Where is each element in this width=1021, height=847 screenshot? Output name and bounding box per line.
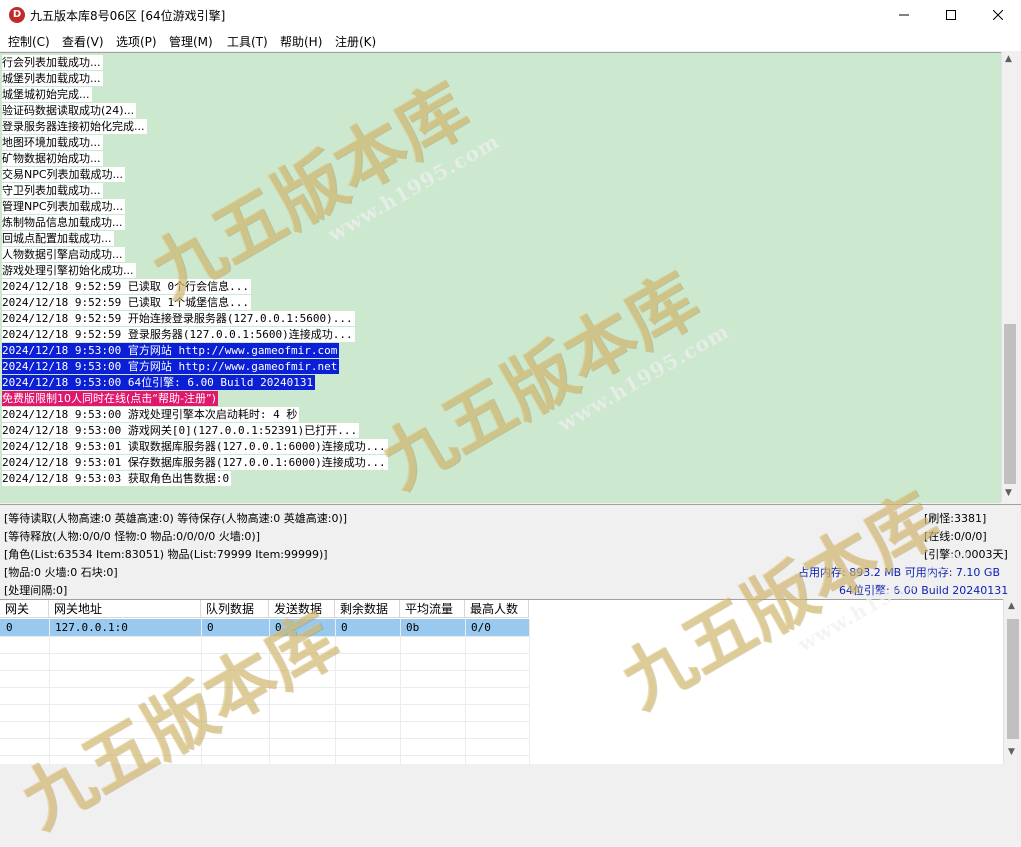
status-online: [在线:0/0/0]: [924, 530, 987, 543]
status-role-items: [角色(List:63534 Item:83051) 物品(List:79999…: [4, 548, 328, 561]
log-line: 地图环境加载成功...: [2, 135, 103, 150]
menu-control[interactable]: 控制(C): [8, 33, 50, 50]
log-line: 2024/12/18 9:53:00 游戏处理引擎本次启动耗时: 4 秒: [2, 407, 300, 422]
minimize-button[interactable]: [881, 0, 927, 30]
scroll-up-icon[interactable]: ▲: [1005, 54, 1012, 64]
cell-gateway-address: 127.0.0.1:0: [55, 621, 128, 634]
status-engine-uptime: [引擎:0.0003天]: [924, 548, 1008, 561]
table-row[interactable]: 0 127.0.0.1:0 0 0 0 0b 0/0: [0, 619, 529, 636]
log-line: 2024/12/18 9:52:59 登录服务器(127.0.0.1:5600)…: [2, 327, 355, 342]
gateway-table[interactable]: 网关 网关地址 队列数据 发送数据 剩余数据 平均流量 最高人数 0 127.0…: [0, 599, 1003, 764]
log-line: 人物数据引擎启动成功...: [2, 247, 125, 262]
log-panel[interactable]: 行会列表加载成功... 城堡列表加载成功... 城堡城初始完成... 验证码数据读取成…: [0, 52, 1001, 503]
close-icon: [993, 10, 1003, 20]
grid-line: [0, 653, 529, 654]
cell-queue-data: 0: [207, 621, 214, 634]
log-line: 2024/12/18 9:53:00 游戏网关[0](127.0.0.1:523…: [2, 423, 360, 438]
scroll-up-icon[interactable]: ▲: [1008, 601, 1015, 611]
table-scrollbar[interactable]: ▲ ▼: [1003, 599, 1021, 763]
log-line: 2024/12/18 9:53:00 官方网站 http://www.gameo…: [2, 343, 340, 358]
log-line: 免费版限制10人同时在线(点击“帮助-注册”): [2, 391, 218, 406]
grid-line: [0, 670, 529, 671]
col-gateway[interactable]: 网关: [0, 600, 49, 618]
grid-line: [465, 619, 466, 764]
menu-help[interactable]: 帮助(H): [280, 33, 322, 50]
scroll-thumb[interactable]: [1007, 619, 1019, 739]
log-line: 管理NPC列表加载成功...: [2, 199, 126, 214]
log-line: 2024/12/18 9:53:00 官方网站 http://www.gameo…: [2, 359, 340, 374]
scroll-down-icon[interactable]: ▼: [1008, 747, 1015, 757]
status-items: [物品:0 火墙:0 石块:0]: [4, 566, 118, 579]
log-line: 交易NPC列表加载成功...: [2, 167, 126, 182]
status-wait-release: [等待释放(人物:0/0/0 怪物:0 物品:0/0/0/0 火墙:0)]: [4, 530, 260, 543]
title-bar: D 九五版本库8号06区 [64位游戏引擎]: [0, 0, 1021, 31]
log-line: 2024/12/18 9:53:00 64位引擎: 6.00 Build 202…: [2, 375, 316, 390]
grid-line: [49, 619, 50, 764]
grid-line: [269, 619, 270, 764]
menu-tools[interactable]: 工具(T): [227, 33, 268, 50]
col-gateway-address[interactable]: 网关地址: [49, 600, 201, 618]
grid-line: [0, 755, 529, 756]
log-line: 炼制物品信息加载成功...: [2, 215, 125, 230]
status-wait-read: [等待读取(人物高速:0 英雄高速:0) 等待保存(人物高速:0 英雄高速:0)…: [4, 512, 348, 525]
col-avg-traffic[interactable]: 平均流量: [400, 600, 465, 618]
menu-options[interactable]: 选项(P): [116, 33, 157, 50]
grid-line: [0, 721, 529, 722]
cell-max-players: 0/0: [471, 621, 491, 634]
log-line: 守卫列表加载成功...: [2, 183, 103, 198]
log-line: 2024/12/18 9:53:01 读取数据库服务器(127.0.0.1:60…: [2, 439, 388, 454]
status-interval: [处理间隔:0]: [4, 584, 68, 597]
status-build: 64位引擎: 6.00 Build 20240131: [839, 584, 1009, 597]
log-line: 2024/12/18 9:52:59 已读取 0个行会信息...: [2, 279, 251, 294]
log-scrollbar[interactable]: ▲ ▼: [1001, 52, 1019, 502]
log-line: 2024/12/18 9:52:59 开始连接登录服务器(127.0.0.1:5…: [2, 311, 355, 326]
table-header: 网关 网关地址 队列数据 发送数据 剩余数据 平均流量 最高人数: [0, 600, 1003, 619]
grid-line: [0, 687, 529, 688]
cell-gateway: 0: [6, 621, 13, 634]
grid-line: [400, 619, 401, 764]
grid-line: [335, 619, 336, 764]
log-line: 登录服务器连接初始化完成...: [2, 119, 147, 134]
col-send-data[interactable]: 发送数据: [269, 600, 335, 618]
log-line: 回城点配置加载成功...: [2, 231, 114, 246]
log-line: 验证码数据读取成功(24)...: [2, 103, 137, 118]
status-refresh-monster: [刷怪:3381]: [924, 512, 987, 525]
log-line: 游戏处理引擎初始化成功...: [2, 263, 136, 278]
log-line: 城堡列表加载成功...: [2, 71, 103, 86]
maximize-icon: [946, 10, 956, 20]
window-title: 九五版本库8号06区 [64位游戏引擎]: [30, 9, 226, 23]
grid-line: [0, 738, 529, 739]
grid-line: [0, 636, 529, 637]
log-line: 2024/12/18 9:53:03 获取角色出售数据:0: [2, 471, 232, 486]
log-line: 2024/12/18 9:52:59 已读取 1个城堡信息...: [2, 295, 251, 310]
log-line: 行会列表加载成功...: [2, 55, 103, 70]
col-remaining-data[interactable]: 剩余数据: [335, 600, 400, 618]
menu-view[interactable]: 查看(V): [62, 33, 104, 50]
scroll-down-icon[interactable]: ▼: [1005, 488, 1012, 498]
col-queue-data[interactable]: 队列数据: [201, 600, 269, 618]
log-line: 城堡城初始完成...: [2, 87, 92, 102]
cell-send-data: 0: [275, 621, 282, 634]
grid-line: [0, 704, 529, 705]
menu-manage[interactable]: 管理(M): [169, 33, 213, 50]
close-button[interactable]: [975, 0, 1021, 30]
status-memory: 占用内存: 893.2 MB 可用内存: 7.10 GB: [798, 566, 1000, 579]
grid-line: [201, 619, 202, 764]
maximize-button[interactable]: [928, 0, 974, 30]
status-panel: [等待读取(人物高速:0 英雄高速:0) 等待保存(人物高速:0 英雄高速:0)…: [0, 504, 1021, 599]
menu-register[interactable]: 注册(K): [335, 33, 376, 50]
menu-bar: 控制(C) 查看(V) 选项(P) 管理(M) 工具(T) 帮助(H) 注册(K…: [0, 30, 1021, 51]
app-icon[interactable]: D: [9, 7, 25, 23]
cell-avg-traffic: 0b: [406, 621, 420, 634]
col-max-players[interactable]: 最高人数: [465, 600, 529, 618]
log-line: 矿物数据初始成功...: [2, 151, 103, 166]
log-line: 2024/12/18 9:53:01 保存数据库服务器(127.0.0.1:60…: [2, 455, 388, 470]
cell-remaining-data: 0: [341, 621, 348, 634]
scroll-thumb[interactable]: [1004, 324, 1016, 484]
minimize-icon: [899, 14, 909, 16]
grid-line: [529, 619, 530, 764]
